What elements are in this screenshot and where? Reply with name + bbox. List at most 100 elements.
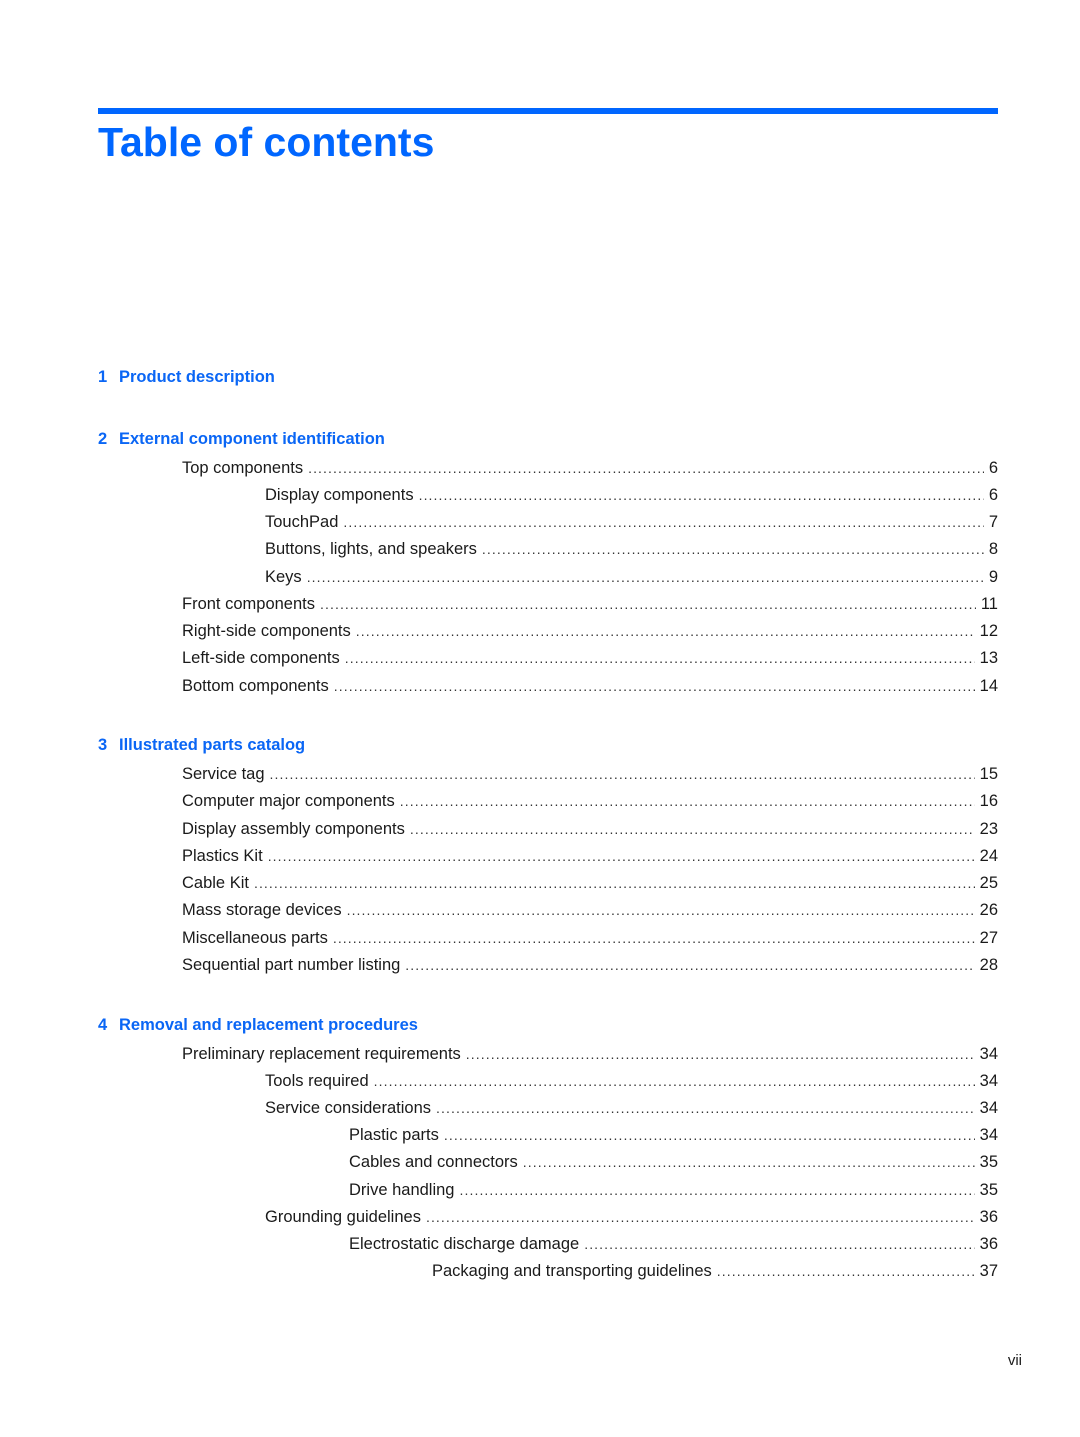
entry-page: 36 — [979, 1208, 998, 1226]
entry-page: 27 — [979, 929, 998, 947]
entry-label: Grounding guidelines — [265, 1208, 421, 1226]
dot-leader — [343, 512, 983, 532]
toc-entry[interactable]: Right-side components 12 — [182, 621, 998, 641]
entry-label: Sequential part number listing — [182, 956, 401, 974]
chapter-number: 4 — [98, 1016, 108, 1034]
entry-page: 37 — [979, 1262, 998, 1280]
dot-leader — [410, 819, 975, 839]
entry-label: Buttons, lights, and speakers — [265, 540, 477, 558]
entry-label: Electrostatic discharge damage — [349, 1235, 580, 1253]
entry-page: 6 — [988, 486, 998, 504]
entry-label: TouchPad — [265, 513, 339, 531]
dot-leader — [347, 900, 975, 920]
toc-entry[interactable]: Computer major components 16 — [182, 791, 998, 811]
chapter-title: Product description — [119, 368, 275, 386]
entry-page: 35 — [979, 1181, 998, 1199]
toc-entry[interactable]: Tools required 34 — [265, 1071, 998, 1091]
entry-page: 34 — [979, 1126, 998, 1144]
entry-label: Cable Kit — [182, 874, 249, 892]
entry-page: 26 — [979, 901, 998, 919]
entry-label: Bottom components — [182, 677, 329, 695]
dot-leader — [333, 928, 975, 948]
dot-leader — [459, 1180, 974, 1200]
entry-page: 28 — [979, 956, 998, 974]
dot-leader — [254, 873, 975, 893]
entry-label: Cables and connectors — [349, 1153, 518, 1171]
dot-leader — [320, 594, 976, 614]
toc-entry[interactable]: Cables and connectors 35 — [349, 1152, 998, 1172]
toc-entry[interactable]: Keys 9 — [265, 567, 998, 587]
entry-page: 12 — [979, 622, 998, 640]
toc-entry[interactable]: Miscellaneous parts 27 — [182, 928, 998, 948]
dot-leader — [436, 1098, 975, 1118]
dot-leader — [717, 1261, 975, 1281]
toc-entry[interactable]: Electrostatic discharge damage 36 — [349, 1234, 998, 1254]
chapter-heading-2[interactable]: 2 External component identification — [98, 429, 385, 449]
dot-leader — [356, 621, 975, 641]
entry-page: 16 — [979, 792, 998, 810]
entry-label: Packaging and transporting guidelines — [432, 1262, 712, 1280]
entry-label: Tools required — [265, 1072, 369, 1090]
entry-page: 34 — [979, 1045, 998, 1063]
chapter-title: Illustrated parts catalog — [119, 736, 306, 754]
entry-page: 13 — [979, 649, 998, 667]
entry-page: 7 — [988, 513, 998, 531]
toc-entry[interactable]: Cable Kit 25 — [182, 873, 998, 893]
toc-entry[interactable]: Service considerations 34 — [265, 1098, 998, 1118]
entry-label: Miscellaneous parts — [182, 929, 328, 947]
entry-label: Display assembly components — [182, 820, 405, 838]
page-title: Table of contents — [98, 119, 435, 165]
toc-entry[interactable]: Grounding guidelines 36 — [265, 1207, 998, 1227]
entry-page: 14 — [979, 677, 998, 695]
entry-label: Plastics Kit — [182, 847, 263, 865]
entry-page: 6 — [988, 459, 998, 477]
chapter-heading-1[interactable]: 1 Product description — [98, 367, 275, 387]
toc-entry[interactable]: Display assembly components 23 — [182, 819, 998, 839]
dot-leader — [444, 1125, 975, 1145]
toc-entry[interactable]: Preliminary replacement requirements 34 — [182, 1044, 998, 1064]
entry-page: 9 — [988, 568, 998, 586]
chapter-number: 2 — [98, 430, 108, 448]
dot-leader — [270, 764, 975, 784]
toc-entry[interactable]: Plastics Kit 24 — [182, 846, 998, 866]
toc-entry[interactable]: Drive handling 35 — [349, 1180, 998, 1200]
entry-page: 15 — [979, 765, 998, 783]
dot-leader — [523, 1152, 975, 1172]
toc-entry[interactable]: Sequential part number listing 28 — [182, 955, 998, 975]
chapter-title: External component identification — [119, 430, 385, 448]
entry-label: Left-side components — [182, 649, 340, 667]
entry-label: Keys — [265, 568, 302, 586]
toc-entry[interactable]: Left-side components 13 — [182, 648, 998, 668]
entry-page: 24 — [979, 847, 998, 865]
toc-entry[interactable]: Mass storage devices 26 — [182, 900, 998, 920]
entry-page: 23 — [979, 820, 998, 838]
dot-leader — [584, 1234, 974, 1254]
toc-entry[interactable]: TouchPad 7 — [265, 512, 998, 532]
toc-entry[interactable]: Service tag 15 — [182, 764, 998, 784]
dot-leader — [419, 485, 984, 505]
chapter-number: 1 — [98, 368, 108, 386]
entry-page: 36 — [979, 1235, 998, 1253]
dot-leader — [307, 567, 984, 587]
toc-entry[interactable]: Bottom components 14 — [182, 676, 998, 696]
chapter-number: 3 — [98, 736, 108, 754]
dot-leader — [482, 539, 984, 559]
dot-leader — [334, 676, 975, 696]
toc-entry[interactable]: Front components 11 — [182, 594, 998, 614]
toc-entry[interactable]: Plastic parts 34 — [349, 1125, 998, 1145]
entry-page: 34 — [979, 1072, 998, 1090]
dot-leader — [405, 955, 974, 975]
toc-entry[interactable]: Packaging and transporting guidelines 37 — [432, 1261, 998, 1281]
chapter-heading-4[interactable]: 4 Removal and replacement procedures — [98, 1015, 418, 1035]
toc-entry[interactable]: Display components 6 — [265, 485, 998, 505]
dot-leader — [308, 458, 984, 478]
entry-page: 25 — [979, 874, 998, 892]
entry-label: Display components — [265, 486, 414, 504]
entry-label: Service considerations — [265, 1099, 431, 1117]
entry-page: 11 — [980, 595, 998, 613]
toc-entry[interactable]: Buttons, lights, and speakers 8 — [265, 539, 998, 559]
toc-entry[interactable]: Top components 6 — [182, 458, 998, 478]
dot-leader — [400, 791, 975, 811]
chapter-heading-3[interactable]: 3 Illustrated parts catalog — [98, 735, 305, 755]
dot-leader — [268, 846, 975, 866]
